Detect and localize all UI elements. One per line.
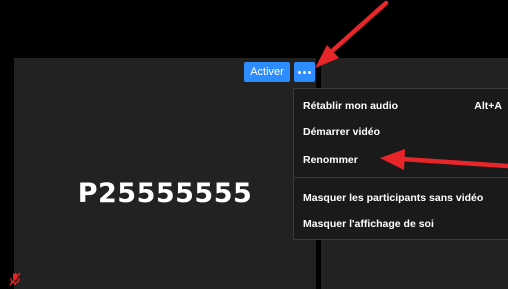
menu-item-rename[interactable]: Renommer [303,154,358,166]
more-dots-icon [303,70,306,74]
menu-item-unmute-audio[interactable]: Rétablir mon audio [303,100,398,112]
participant-name: P25555555 [77,178,253,209]
video-tile-participant[interactable] [14,58,316,289]
context-menu: Rétablir mon audio Alt+A Démarrer vidéo … [293,88,508,240]
menu-item-hide-self-view[interactable]: Masquer l'affichage de soi [303,218,434,230]
top-black-strip [0,0,508,58]
more-options-button[interactable] [294,62,315,82]
menu-separator [294,177,508,178]
more-dots-icon [298,70,301,74]
menu-item-start-video[interactable]: Démarrer vidéo [303,126,380,138]
shortcut-label: Alt+A [474,100,502,112]
activer-button[interactable]: Activer [244,62,290,82]
more-dots-icon [308,70,311,74]
mic-muted-icon [9,272,21,286]
menu-item-hide-non-video[interactable]: Masquer les participants sans vidéo [303,192,483,204]
